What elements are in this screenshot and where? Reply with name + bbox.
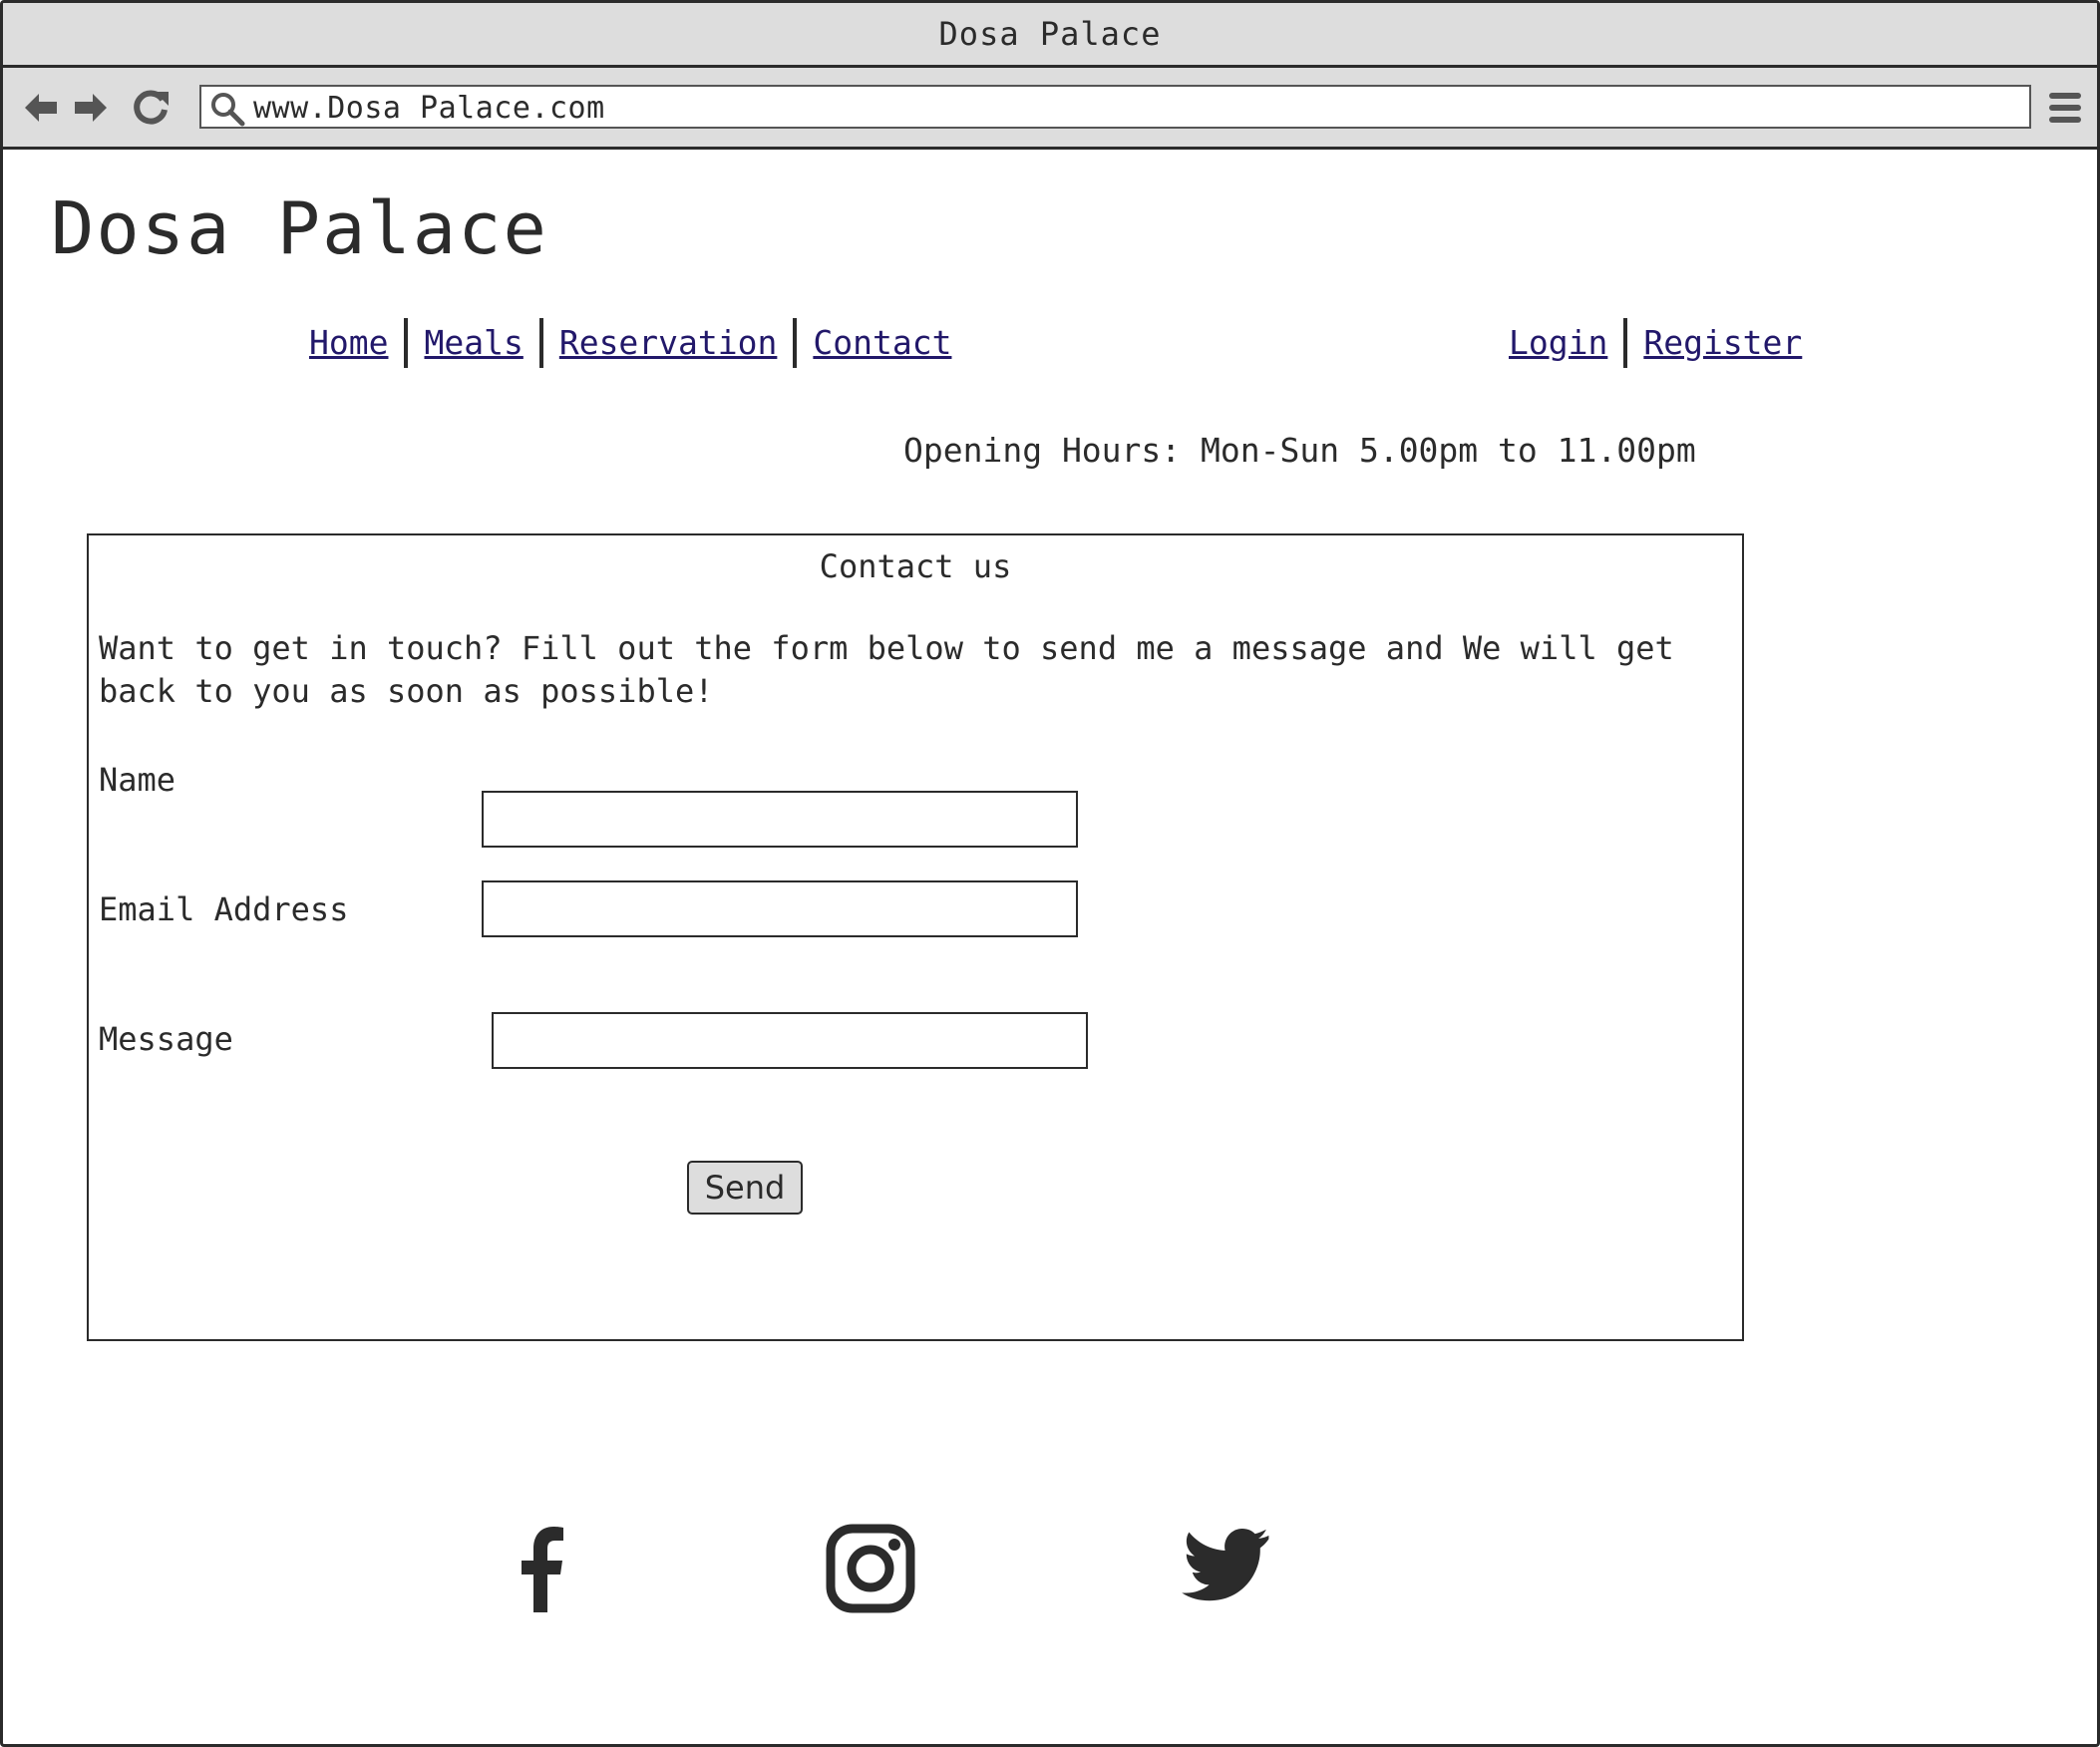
window-title: Dosa Palace (3, 3, 2097, 68)
opening-hours: Opening Hours: Mon-Sun 5.00pm to 11.00pm (903, 431, 1696, 470)
send-button[interactable]: Send (687, 1161, 803, 1215)
browser-menu-button[interactable] (2047, 90, 2083, 126)
reload-button[interactable] (131, 88, 171, 128)
back-arrow-icon (25, 94, 57, 122)
twitter-link[interactable] (1180, 1521, 1275, 1616)
site-title: Dosa Palace (51, 186, 548, 270)
nav-link-meals[interactable]: Meals (424, 318, 523, 368)
hamburger-menu-icon (2049, 93, 2081, 123)
nav-divider (793, 318, 798, 368)
twitter-icon (1182, 1529, 1269, 1601)
instagram-icon (826, 1524, 915, 1613)
nav-divider (404, 318, 409, 368)
facebook-link[interactable] (492, 1521, 587, 1616)
main-nav: Home Meals Reservation Contact (309, 318, 951, 368)
reload-icon (134, 90, 169, 125)
nav-link-reservation[interactable]: Reservation (559, 318, 778, 368)
search-icon (211, 93, 245, 127)
message-field[interactable] (492, 1012, 1088, 1069)
auth-nav: Login Register (1509, 318, 1802, 368)
nav-link-home[interactable]: Home (309, 318, 388, 368)
nav-divider (538, 318, 543, 368)
name-field[interactable] (482, 791, 1078, 848)
nav-link-register[interactable]: Register (1643, 318, 1802, 368)
nav-divider (1623, 318, 1628, 368)
browser-toolbar (3, 68, 2097, 150)
forward-arrow-icon (75, 94, 107, 122)
email-label: Email Address (99, 890, 349, 928)
instagram-link[interactable] (823, 1521, 918, 1616)
url-field[interactable] (253, 87, 1948, 131)
contact-intro-text: Want to get in touch? Fill out the form … (99, 629, 1674, 710)
nav-link-login[interactable]: Login (1509, 318, 1607, 368)
email-field[interactable] (482, 880, 1078, 937)
browser-window: Dosa Palace www.Dosa Palace.com Dosa Pal… (0, 0, 2100, 1747)
nav-link-contact[interactable]: Contact (813, 318, 951, 368)
address-bar[interactable] (199, 85, 2031, 131)
forward-button[interactable] (71, 88, 111, 128)
contact-form-panel: Contact us Want to get in touch? Fill ou… (87, 533, 1744, 1341)
back-button[interactable] (21, 88, 61, 128)
name-label: Name (99, 761, 176, 799)
contact-title: Contact us (819, 547, 1012, 585)
facebook-icon (522, 1527, 563, 1612)
message-label: Message (99, 1020, 233, 1058)
